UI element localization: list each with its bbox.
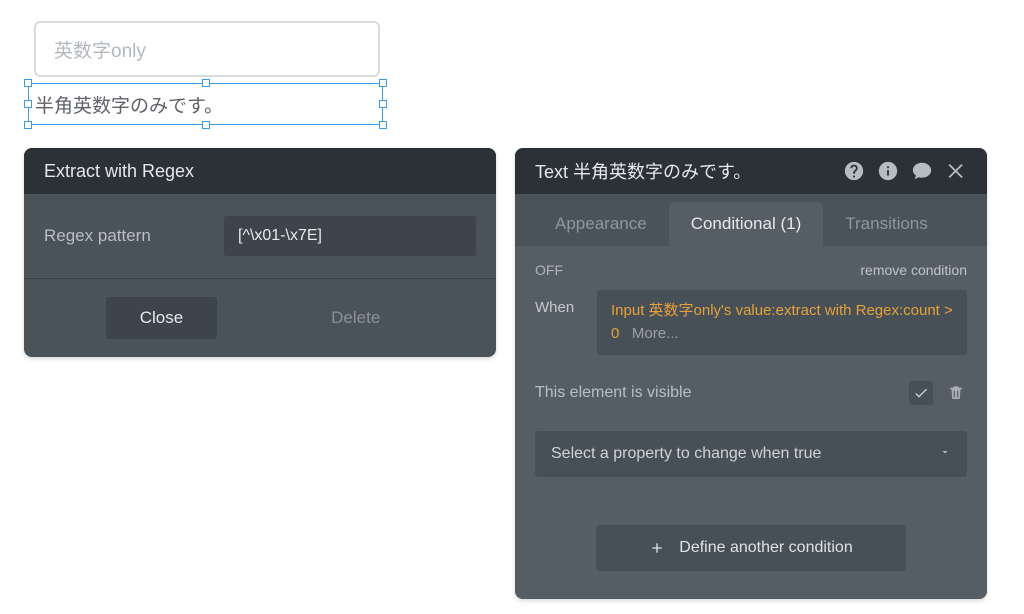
help-icon[interactable]	[843, 160, 865, 182]
tab-appearance[interactable]: Appearance	[533, 202, 669, 246]
panel-actions: Close Delete	[24, 279, 496, 357]
extract-regex-panel: Extract with Regex Regex pattern Close D…	[24, 148, 496, 357]
when-expression-input[interactable]: Input 英数字only's value:extract with Regex…	[597, 290, 967, 355]
panel-header: Extract with Regex	[24, 148, 496, 194]
tab-transitions[interactable]: Transitions	[823, 202, 950, 246]
regex-label: Regex pattern	[44, 226, 204, 246]
delete-property-icon[interactable]	[945, 382, 967, 404]
off-label: OFF	[535, 262, 563, 278]
expression-more[interactable]: More...	[632, 325, 679, 342]
selection-handle[interactable]	[24, 121, 32, 129]
close-button[interactable]: Close	[106, 297, 217, 339]
plus-icon	[649, 540, 665, 556]
remove-condition-link[interactable]: remove condition	[860, 262, 967, 278]
select-property-dropdown[interactable]: Select a property to change when true	[535, 431, 967, 477]
selection-handle[interactable]	[379, 100, 387, 108]
selection-handle[interactable]	[379, 79, 387, 87]
canvas-input-placeholder: 英数字only	[54, 36, 146, 63]
visible-label: This element is visible	[535, 384, 897, 402]
delete-button[interactable]: Delete	[297, 297, 414, 339]
visible-row: This element is visible	[535, 381, 967, 405]
panel-header: Text 半角英数字のみです。	[515, 148, 987, 194]
panel-title: Extract with Regex	[44, 161, 194, 182]
regex-field-row: Regex pattern	[24, 194, 496, 278]
selection-handle[interactable]	[379, 121, 387, 129]
conditional-tab-body: OFF remove condition When Input 英数字only'…	[515, 246, 987, 599]
visible-checkbox[interactable]	[909, 381, 933, 405]
define-condition-label: Define another condition	[679, 539, 852, 557]
tabs: Appearance Conditional (1) Transitions	[515, 194, 987, 246]
regex-input[interactable]	[224, 216, 476, 256]
close-icon[interactable]	[945, 160, 967, 182]
selection-handle[interactable]	[24, 79, 32, 87]
selection-handle[interactable]	[24, 100, 32, 108]
define-condition-button[interactable]: Define another condition	[596, 525, 906, 571]
canvas-selected-text-element[interactable]: 半角英数字のみです。	[28, 83, 383, 125]
off-row: OFF remove condition	[535, 262, 967, 278]
selection-handle[interactable]	[202, 79, 210, 87]
selection-handle[interactable]	[202, 121, 210, 129]
when-row: When Input 英数字only's value:extract with …	[535, 290, 967, 355]
tab-conditional[interactable]: Conditional (1)	[669, 202, 824, 246]
chevron-down-icon	[939, 445, 951, 463]
info-icon[interactable]	[877, 160, 899, 182]
when-label: When	[535, 290, 583, 355]
comment-icon[interactable]	[911, 160, 933, 182]
element-editor-panel: Text 半角英数字のみです。 Appearance Conditional (…	[515, 148, 987, 599]
canvas-text-input[interactable]: 英数字only	[34, 21, 380, 77]
panel-title: Text 半角英数字のみです。	[535, 158, 751, 184]
select-property-label: Select a property to change when true	[551, 445, 821, 463]
canvas-text-value: 半角英数字のみです。	[35, 91, 223, 118]
